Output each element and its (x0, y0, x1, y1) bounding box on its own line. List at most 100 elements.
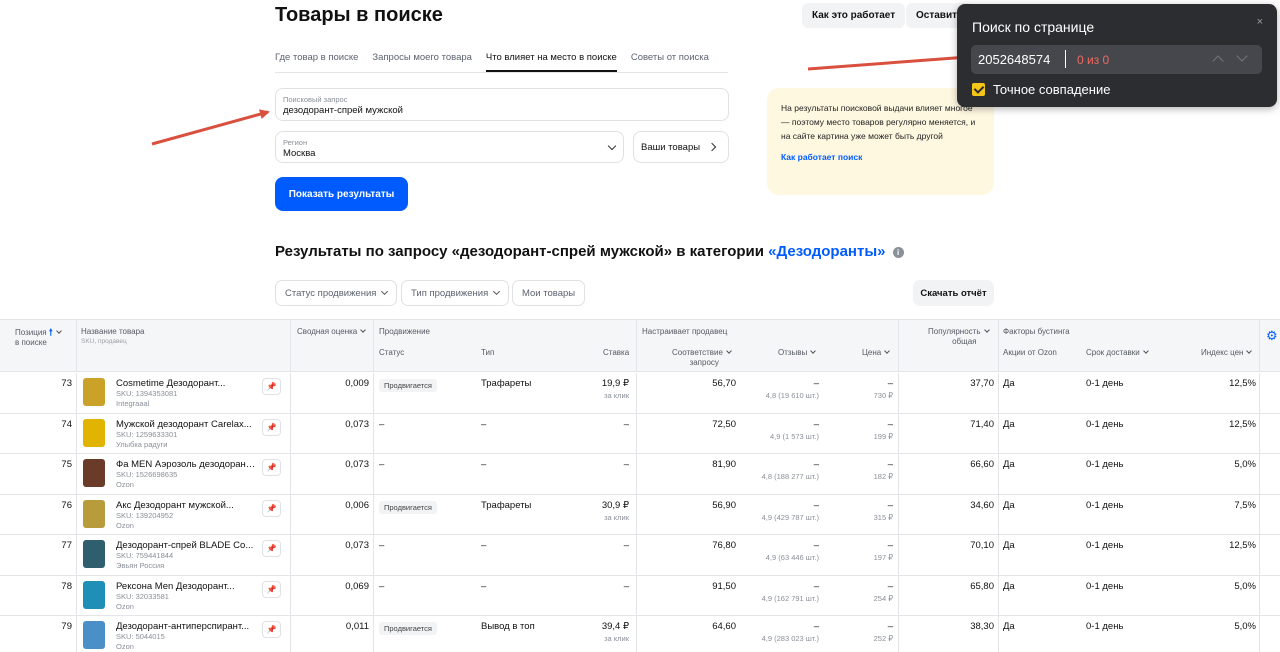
price-index-cell: 12,5% (1229, 540, 1256, 551)
col-position[interactable]: Позиция 🠕 в поиске (15, 327, 62, 348)
product-image[interactable] (83, 540, 105, 568)
divider (76, 373, 77, 413)
type-cell: – (481, 540, 487, 551)
chevron-up-icon[interactable] (1212, 55, 1224, 67)
your-goods-button[interactable]: Ваши товары (633, 131, 729, 163)
relevance-cell: 76,80 (712, 540, 736, 551)
how-search-works-link[interactable]: Как работает поиск (781, 152, 980, 162)
bid-cell: – (623, 540, 629, 551)
product-name[interactable]: Дезодорант-антиперспирант... (116, 621, 256, 632)
divider (373, 575, 374, 616)
page-title: Товары в поиске (275, 4, 443, 26)
price-sub: 254 ₽ (873, 593, 893, 603)
table-row[interactable]: 73 Cosmetime Дезодорант... SKU: 1394353081… (0, 373, 1280, 414)
delivery-cell: 0-1 день (1086, 499, 1124, 511)
filter-promo-status-label: Статус продвижения (285, 287, 377, 299)
product-image[interactable] (83, 418, 105, 447)
col-delivery[interactable]: Срок доставки (1086, 348, 1149, 358)
table-row[interactable]: 76 Акс Дезодорант мужской... SKU: 13920495… (0, 494, 1280, 535)
product-name[interactable]: Cosmetime Дезодорант... (116, 378, 256, 389)
col-price[interactable]: Цена (862, 348, 891, 358)
download-report-button[interactable]: Скачать отчёт (913, 280, 994, 306)
gear-icon[interactable]: ⚙ (1266, 328, 1278, 344)
table-row[interactable]: 78 Рексона Men Дезодорант... SKU: 32033581… (0, 575, 1280, 616)
category-link[interactable]: «Дезодоранты» (768, 243, 885, 260)
pin-icon[interactable]: 📌 (262, 418, 281, 436)
delivery-cell: 0-1 день (1086, 621, 1124, 632)
reviews-cell: – (813, 378, 819, 389)
product-image[interactable] (83, 621, 105, 649)
annotation-arrow-query (151, 109, 270, 146)
price-cell: – (887, 378, 893, 389)
divider (373, 373, 374, 413)
tab-my-queries[interactable]: Запросы моего товара (372, 52, 472, 72)
type-cell: – (481, 580, 487, 592)
product-image[interactable] (83, 580, 105, 609)
col-position-sub: в поиске (15, 338, 47, 347)
col-relevance-label: Соответствие (672, 348, 723, 357)
col-price-index[interactable]: Индекс цен (1201, 348, 1253, 358)
product-name[interactable]: Рексона Men Дезодорант... (116, 581, 256, 592)
chevron-down-icon (810, 348, 817, 354)
bid-cell: 19,9 ₽ (601, 378, 629, 389)
pin-icon[interactable]: 📌 (262, 459, 281, 476)
product-name[interactable]: Фа MEN Аэрозоль дезодорант... (116, 459, 256, 470)
region-label: Регион (283, 138, 308, 147)
position-cell: 79 (61, 621, 72, 632)
col-popularity[interactable]: Популярность общая (928, 327, 990, 347)
col-price-label: Цена (862, 348, 882, 357)
col-type: Тип (481, 348, 495, 357)
filter-promo-type[interactable]: Тип продвижения (401, 280, 510, 306)
pin-icon[interactable]: 📌 (262, 580, 281, 598)
product-name[interactable]: Акс Дезодорант мужской... (116, 500, 256, 511)
chevron-down-icon[interactable] (1236, 50, 1248, 62)
product-image[interactable] (83, 378, 105, 406)
score-cell: 0,009 (345, 378, 369, 389)
status-badge: Продвигается (379, 500, 437, 514)
tab-where-in-search[interactable]: Где товар в поиске (275, 52, 358, 72)
pin-icon[interactable]: 📌 (262, 540, 281, 557)
close-icon[interactable]: × (1257, 16, 1263, 28)
pin-icon[interactable]: 📌 (262, 621, 281, 638)
popularity-cell: 34,60 (970, 499, 994, 511)
product-sku: SKU: 1394353081 (116, 389, 178, 398)
region-select[interactable]: Регион Москва (275, 131, 624, 163)
exact-match-checkbox[interactable] (972, 83, 985, 96)
reviews-sub: 4,9 (63 446 шт.) (765, 553, 819, 562)
tab-what-affects[interactable]: Что влияет на место в поиске (485, 52, 617, 72)
tab-bar: Где товар в поиске Запросы моего товара … (275, 52, 723, 72)
product-name[interactable]: Дезодорант-спрей BLADE Co... (116, 540, 256, 551)
filter-my-goods[interactable]: Мои товары (512, 280, 586, 306)
divider (898, 575, 899, 616)
ozon-promo-cell: Да (1003, 378, 1015, 389)
table-row[interactable]: 74 Мужской дезодорант Carelax... SKU: 1259… (0, 413, 1280, 454)
query-field[interactable]: Поисковый запрос дезодорант-спрей мужско… (275, 88, 729, 121)
table-row[interactable]: 75 Фа MEN Аэрозоль дезодорант... SKU: 1526… (0, 454, 1280, 495)
product-image[interactable] (83, 459, 105, 487)
col-delivery-label: Срок доставки (1086, 348, 1140, 357)
ozon-promo-cell: Да (1003, 540, 1015, 551)
filter-promo-status[interactable]: Статус продвижения (275, 280, 398, 306)
tab-search-tips[interactable]: Советы от поиска (631, 52, 709, 72)
how-it-works-button[interactable]: Как это работает (802, 3, 906, 28)
col-reviews[interactable]: Отзывы (778, 348, 817, 358)
show-results-button[interactable]: Показать результаты (275, 177, 408, 211)
table-row[interactable]: 77 Дезодорант-спрей BLADE Co... SKU: 75944… (0, 535, 1280, 576)
table-row[interactable]: 79 Дезодорант-антиперспирант... SKU: 50440… (0, 616, 1280, 652)
bid-cell: 39,4 ₽ (601, 621, 629, 632)
col-promo-group: Продвижение (379, 327, 430, 336)
pin-icon[interactable]: 📌 (262, 378, 281, 395)
divider (898, 535, 899, 575)
reviews-cell: – (813, 418, 819, 430)
find-input[interactable]: 2052648574 0 из 0 (971, 45, 1262, 74)
col-relevance[interactable]: Соответствие запросу (672, 348, 732, 368)
info-icon[interactable]: i (892, 247, 904, 258)
product-name[interactable]: Мужской дезодорант Carelax... (116, 419, 256, 430)
product-image[interactable] (83, 499, 105, 528)
exact-match-label: Точное совпадение (993, 82, 1111, 97)
col-score[interactable]: Сводная оценка (297, 327, 367, 337)
pin-icon[interactable]: 📌 (262, 499, 281, 517)
col-relevance-label2: запросу (689, 358, 719, 367)
bid-sub: за клик (604, 512, 629, 522)
position-cell: 77 (61, 540, 72, 551)
